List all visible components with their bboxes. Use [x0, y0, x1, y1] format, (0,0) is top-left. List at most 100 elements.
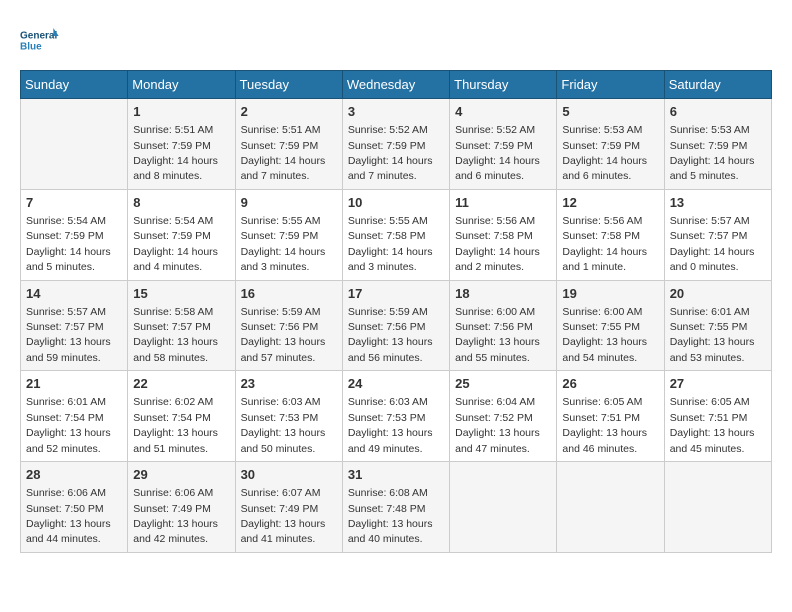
day-number: 21: [26, 375, 122, 393]
calendar-cell: 14 Sunrise: 5:57 AM Sunset: 7:57 PM Dayli…: [21, 280, 128, 371]
calendar-cell: 8 Sunrise: 5:54 AM Sunset: 7:59 PM Daylig…: [128, 189, 235, 280]
calendar-cell: 2 Sunrise: 5:51 AM Sunset: 7:59 PM Daylig…: [235, 99, 342, 190]
svg-text:General: General: [20, 31, 57, 42]
calendar-cell: 4 Sunrise: 5:52 AM Sunset: 7:59 PM Daylig…: [450, 99, 557, 190]
day-number: 2: [241, 103, 337, 121]
calendar-cell: 18 Sunrise: 6:00 AM Sunset: 7:56 PM Dayli…: [450, 280, 557, 371]
day-number: 7: [26, 194, 122, 212]
calendar-cell: 13 Sunrise: 5:57 AM Sunset: 7:57 PM Dayli…: [664, 189, 771, 280]
day-number: 11: [455, 194, 551, 212]
day-number: 30: [241, 466, 337, 484]
day-number: 13: [670, 194, 766, 212]
calendar-table: SundayMondayTuesdayWednesdayThursdayFrid…: [20, 70, 772, 553]
day-number: 18: [455, 285, 551, 303]
day-number: 16: [241, 285, 337, 303]
day-number: 31: [348, 466, 444, 484]
day-info: Sunrise: 5:57 AM Sunset: 7:57 PM Dayligh…: [670, 215, 755, 273]
day-number: 10: [348, 194, 444, 212]
calendar-cell: 5Sunrise: 5:53 AM Sunset: 7:59 PM Daylig…: [557, 99, 664, 190]
day-info: Sunrise: 5:59 AM Sunset: 7:56 PM Dayligh…: [348, 306, 433, 364]
day-info: Sunrise: 6:07 AM Sunset: 7:49 PM Dayligh…: [241, 487, 326, 545]
day-number: 29: [133, 466, 229, 484]
day-number: 4: [455, 103, 551, 121]
day-number: 3: [348, 103, 444, 121]
day-number: 15: [133, 285, 229, 303]
header: General Blue: [20, 20, 772, 60]
day-info: Sunrise: 6:06 AM Sunset: 7:50 PM Dayligh…: [26, 487, 111, 545]
calendar-week-row: 7 Sunrise: 5:54 AM Sunset: 7:59 PM Daylig…: [21, 189, 772, 280]
calendar-cell: 9 Sunrise: 5:55 AM Sunset: 7:59 PM Daylig…: [235, 189, 342, 280]
day-number: 1: [133, 103, 229, 121]
calendar-cell: 30 Sunrise: 6:07 AM Sunset: 7:49 PM Dayli…: [235, 462, 342, 553]
calendar-cell: 26Sunrise: 6:05 AM Sunset: 7:51 PM Dayli…: [557, 371, 664, 462]
day-number: 8: [133, 194, 229, 212]
day-number: 24: [348, 375, 444, 393]
day-number: 6: [670, 103, 766, 121]
logo-svg: General Blue: [20, 20, 60, 60]
calendar-cell: 25 Sunrise: 6:04 AM Sunset: 7:52 PM Dayli…: [450, 371, 557, 462]
calendar-cell: 12 Sunrise: 5:56 AM Sunset: 7:58 PM Dayli…: [557, 189, 664, 280]
day-info: Sunrise: 5:53 AM Sunset: 7:59 PM Dayligh…: [670, 124, 755, 182]
calendar-cell: 1 Sunrise: 5:51 AM Sunset: 7:59 PM Daylig…: [128, 99, 235, 190]
day-info: Sunrise: 5:55 AM Sunset: 7:59 PM Dayligh…: [241, 215, 326, 273]
day-number: 17: [348, 285, 444, 303]
day-info: Sunrise: 5:59 AM Sunset: 7:56 PM Dayligh…: [241, 306, 326, 364]
day-number: 14: [26, 285, 122, 303]
calendar-cell: 21Sunrise: 6:01 AM Sunset: 7:54 PM Dayli…: [21, 371, 128, 462]
day-info: Sunrise: 5:56 AM Sunset: 7:58 PM Dayligh…: [455, 215, 540, 273]
calendar-cell: 17 Sunrise: 5:59 AM Sunset: 7:56 PM Dayli…: [342, 280, 449, 371]
calendar-cell: 7 Sunrise: 5:54 AM Sunset: 7:59 PM Daylig…: [21, 189, 128, 280]
day-info: Sunrise: 6:02 AM Sunset: 7:54 PM Dayligh…: [133, 396, 218, 454]
calendar-cell: 19 Sunrise: 6:00 AM Sunset: 7:55 PM Dayli…: [557, 280, 664, 371]
calendar-cell: [664, 462, 771, 553]
day-info: Sunrise: 5:58 AM Sunset: 7:57 PM Dayligh…: [133, 306, 218, 364]
days-header-row: SundayMondayTuesdayWednesdayThursdayFrid…: [21, 71, 772, 99]
day-number: 22: [133, 375, 229, 393]
day-info: Sunrise: 6:05 AM Sunset: 7:51 PM Dayligh…: [670, 396, 755, 454]
calendar-cell: 27 Sunrise: 6:05 AM Sunset: 7:51 PM Dayli…: [664, 371, 771, 462]
day-info: Sunrise: 6:01 AM Sunset: 7:55 PM Dayligh…: [670, 306, 755, 364]
day-number: 25: [455, 375, 551, 393]
day-number: 20: [670, 285, 766, 303]
day-number: 28: [26, 466, 122, 484]
day-number: 19: [562, 285, 658, 303]
calendar-cell: 3 Sunrise: 5:52 AM Sunset: 7:59 PM Daylig…: [342, 99, 449, 190]
day-info: Sunrise: 5:57 AM Sunset: 7:57 PM Dayligh…: [26, 306, 111, 364]
day-info: Sunrise: 5:52 AM Sunset: 7:59 PM Dayligh…: [348, 124, 433, 182]
day-number: 27: [670, 375, 766, 393]
calendar-cell: 16 Sunrise: 5:59 AM Sunset: 7:56 PM Dayli…: [235, 280, 342, 371]
calendar-cell: 11 Sunrise: 5:56 AM Sunset: 7:58 PM Dayli…: [450, 189, 557, 280]
calendar-cell: 15 Sunrise: 5:58 AM Sunset: 7:57 PM Dayli…: [128, 280, 235, 371]
svg-text:Blue: Blue: [20, 41, 42, 52]
day-number: 26: [562, 375, 658, 393]
day-info: Sunrise: 5:56 AM Sunset: 7:58 PM Dayligh…: [562, 215, 647, 273]
day-info: Sunrise: 5:55 AM Sunset: 7:58 PM Dayligh…: [348, 215, 433, 273]
day-header-monday: Monday: [128, 71, 235, 99]
day-number: 23: [241, 375, 337, 393]
day-info: Sunrise: 5:51 AM Sunset: 7:59 PM Dayligh…: [133, 124, 218, 182]
day-header-saturday: Saturday: [664, 71, 771, 99]
day-info: Sunrise: 5:51 AM Sunset: 7:59 PM Dayligh…: [241, 124, 326, 182]
day-info: Sunrise: 5:52 AM Sunset: 7:59 PM Dayligh…: [455, 124, 540, 182]
calendar-cell: [450, 462, 557, 553]
day-number: 9: [241, 194, 337, 212]
day-info: Sunrise: 6:06 AM Sunset: 7:49 PM Dayligh…: [133, 487, 218, 545]
day-header-thursday: Thursday: [450, 71, 557, 99]
day-info: Sunrise: 6:00 AM Sunset: 7:56 PM Dayligh…: [455, 306, 540, 364]
calendar-week-row: 14 Sunrise: 5:57 AM Sunset: 7:57 PM Dayli…: [21, 280, 772, 371]
day-info: Sunrise: 6:04 AM Sunset: 7:52 PM Dayligh…: [455, 396, 540, 454]
calendar-cell: [557, 462, 664, 553]
day-info: Sunrise: 6:00 AM Sunset: 7:55 PM Dayligh…: [562, 306, 647, 364]
day-info: Sunrise: 6:03 AM Sunset: 7:53 PM Dayligh…: [241, 396, 326, 454]
calendar-week-row: 21Sunrise: 6:01 AM Sunset: 7:54 PM Dayli…: [21, 371, 772, 462]
calendar-week-row: 28 Sunrise: 6:06 AM Sunset: 7:50 PM Dayli…: [21, 462, 772, 553]
day-number: 12: [562, 194, 658, 212]
calendar-week-row: 1 Sunrise: 5:51 AM Sunset: 7:59 PM Daylig…: [21, 99, 772, 190]
day-header-wednesday: Wednesday: [342, 71, 449, 99]
day-header-friday: Friday: [557, 71, 664, 99]
day-info: Sunrise: 5:54 AM Sunset: 7:59 PM Dayligh…: [26, 215, 111, 273]
calendar-cell: 23 Sunrise: 6:03 AM Sunset: 7:53 PM Dayli…: [235, 371, 342, 462]
day-info: Sunrise: 5:54 AM Sunset: 7:59 PM Dayligh…: [133, 215, 218, 273]
calendar-cell: 20 Sunrise: 6:01 AM Sunset: 7:55 PM Dayli…: [664, 280, 771, 371]
day-info: Sunrise: 6:08 AM Sunset: 7:48 PM Dayligh…: [348, 487, 433, 545]
